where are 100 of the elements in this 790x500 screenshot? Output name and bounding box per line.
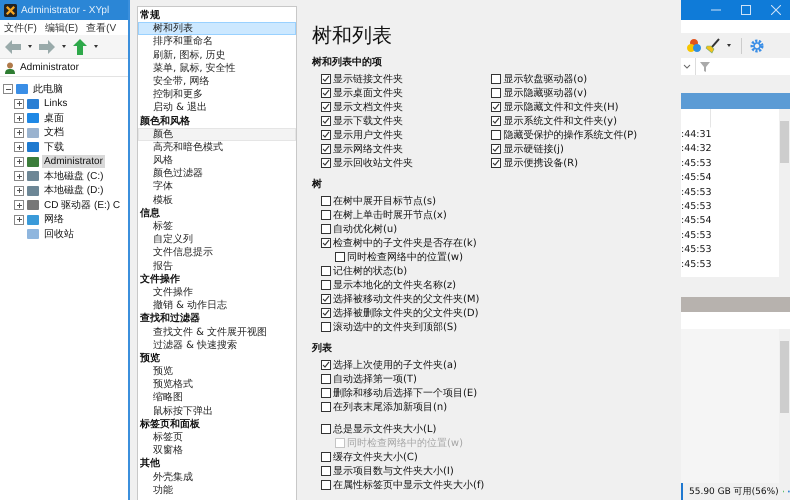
checkbox[interactable] [491,88,502,98]
category-item[interactable]: 查找文件 & 文件展开视图 [138,326,296,339]
tree-item[interactable]: 本地磁盘 (C:) [42,170,106,183]
checkbox[interactable] [321,210,331,220]
category-item[interactable]: 排序和重命名 [138,35,296,49]
checkbox[interactable] [321,74,331,84]
checkbox[interactable] [321,402,331,412]
category-item[interactable]: 撤销 & 动作日志 [138,299,296,312]
collapse-toggle-icon[interactable] [3,84,13,94]
checkbox[interactable] [321,196,331,206]
paintbrush-icon[interactable] [705,38,721,54]
category-item[interactable]: 模板 [138,194,296,207]
checkbox[interactable] [321,480,331,490]
tree-item[interactable]: 文档 [42,126,66,140]
expand-toggle-icon[interactable] [14,98,24,109]
checkbox[interactable] [491,158,502,168]
expand-toggle-icon[interactable] [14,214,24,225]
caret-icon[interactable] [94,45,98,48]
expand-toggle-icon[interactable] [14,142,24,152]
checkbox[interactable] [321,116,331,126]
checkbox[interactable] [321,388,331,398]
checkbox[interactable] [321,294,331,304]
category-item[interactable]: 外壳集成 [138,470,296,484]
scrollbar[interactable] [779,109,790,277]
chevron-down-icon[interactable] [683,64,691,70]
category-item[interactable]: 风格 [138,154,296,168]
expand-toggle-icon[interactable] [14,200,24,210]
checkbox[interactable] [321,266,331,276]
expand-toggle-icon[interactable] [14,171,24,182]
checkbox[interactable] [321,224,331,234]
tree-item[interactable]: 回收站 [42,228,76,241]
up-arrow-icon[interactable] [72,38,88,56]
caret-icon[interactable] [62,45,66,48]
checkbox[interactable] [491,74,502,84]
checkbox[interactable] [491,144,502,154]
category-item[interactable]: 树和列表 [138,22,296,36]
checkbox[interactable] [321,238,331,248]
checkbox[interactable] [321,322,331,332]
expand-toggle-icon[interactable] [14,156,24,167]
tree-item[interactable]: Administrator [42,155,105,168]
color-circles-icon[interactable] [686,38,702,54]
category-item[interactable]: 标签 [138,220,296,234]
category-item[interactable]: 文件信息提示 [138,246,296,260]
category-item[interactable]: 字体 [138,180,296,194]
tree-item[interactable]: 网络 [42,213,66,226]
caret-icon[interactable] [28,45,32,48]
category-item[interactable]: 双窗格 [138,444,296,458]
checkbox[interactable] [321,144,331,154]
checkbox[interactable] [491,102,502,112]
tree-item[interactable]: Links [42,97,70,110]
tree-item[interactable]: 下载 [42,140,66,154]
category-item[interactable]: 安全带, 网络 [138,74,296,88]
checkbox[interactable] [321,452,331,462]
caret-icon[interactable] [727,44,731,47]
checkbox[interactable] [321,308,331,318]
checkbox[interactable] [491,116,502,126]
category-item[interactable]: 鼠标按下弹出 [138,404,296,418]
checkbox[interactable] [321,102,331,112]
tree-item[interactable]: 本地磁盘 (D:) [42,184,106,198]
menu-item[interactable]: 查看(V [86,20,116,34]
expand-toggle-icon[interactable] [14,128,24,138]
category-item[interactable]: 缩略图 [138,391,296,405]
checkbox[interactable] [321,88,331,98]
checkbox[interactable] [321,280,331,290]
category-item[interactable]: 功能 [138,484,296,497]
category-item[interactable]: 文件操作 [138,286,296,300]
checkbox[interactable] [321,374,331,384]
checkbox[interactable] [321,158,331,168]
tree-item[interactable]: CD 驱动器 (E:) C [42,198,122,212]
checkbox[interactable] [321,466,331,476]
checkbox[interactable] [321,360,331,370]
address-bar[interactable]: Administrator [0,59,128,77]
checkbox[interactable] [321,130,331,140]
category-heading: 颜色和风格 [139,114,191,128]
checkbox[interactable] [321,424,331,434]
expand-toggle-icon[interactable] [14,113,24,124]
menu-item[interactable]: 编辑(E) [44,20,78,34]
maximize-icon[interactable] [741,5,751,15]
category-item[interactable]: 刷新, 图标, 历史 [138,48,296,62]
close-icon[interactable] [771,5,781,15]
checkbox[interactable] [335,252,345,262]
checkbox[interactable] [491,130,502,140]
expand-toggle-icon[interactable] [14,186,24,196]
category-item[interactable]: 自定义列 [138,233,296,246]
menu-item[interactable]: 文件(F) [4,20,37,34]
scrollbar[interactable] [779,329,790,483]
tree-item[interactable]: 此电脑 [31,82,65,96]
category-item[interactable]: 预览 [138,365,296,378]
category-item[interactable]: 高亮和暗色模式 [138,140,296,154]
category-item[interactable]: 报告 [138,260,296,273]
settings-icon[interactable] [749,38,765,54]
category-item[interactable]: 启动 & 退出 [138,101,296,114]
category-item[interactable]: 标签页 [138,431,296,444]
category-item[interactable]: 菜单, 鼠标, 安全性 [138,62,296,75]
tree-item[interactable]: 桌面 [42,112,66,125]
category-item[interactable]: 颜色 [138,128,296,141]
category-item[interactable]: 预览格式 [138,378,296,392]
category-item[interactable]: 颜色过滤器 [138,167,296,180]
category-item[interactable]: 控制和更多 [138,88,296,102]
category-item[interactable]: 过滤器 & 快速搜索 [138,338,296,352]
